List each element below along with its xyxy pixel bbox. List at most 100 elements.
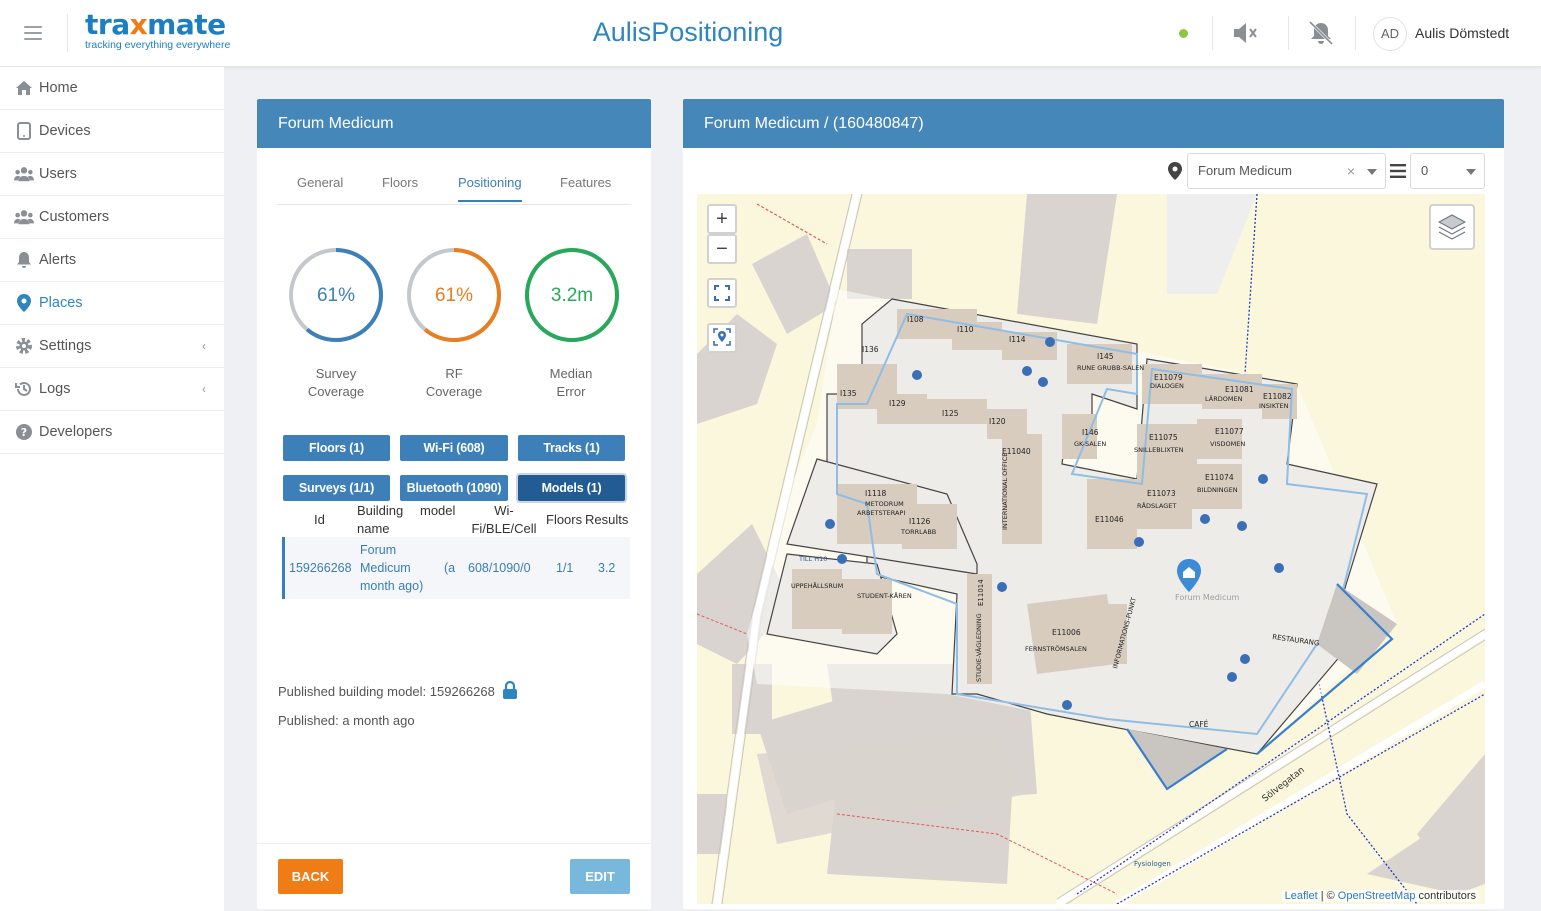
column-header-model[interactable]: model xyxy=(420,502,455,520)
sidebar-item-label: Devices xyxy=(39,123,91,139)
back-button[interactable]: BACK xyxy=(278,859,343,894)
room-label: CAFÉ xyxy=(1189,720,1209,729)
room-label: E11075 xyxy=(1149,433,1178,442)
logo[interactable]: traxmate tracking everything everywhere xyxy=(85,10,230,52)
connection-status-indicator xyxy=(1179,29,1188,38)
room-label: SNILLEBLIXTEN xyxy=(1134,446,1184,454)
map-canvas[interactable]: I108 I110 I114 I136 I145 RUNE GRUBB-SALE… xyxy=(697,194,1485,904)
osm-link[interactable]: OpenStreetMap xyxy=(1338,890,1416,902)
room-label: TILL H10 xyxy=(798,555,827,563)
sidebar-item-home[interactable]: Home xyxy=(0,67,224,110)
column-header-building-name[interactable]: Building name xyxy=(357,502,403,538)
chevron-left-icon: ‹ xyxy=(202,339,206,353)
room-label: E11079 xyxy=(1154,373,1183,382)
sidebar-item-label: Places xyxy=(39,295,83,311)
sidebar-item-label: Logs xyxy=(39,381,71,397)
room-label: STUDIE-VÄGLEDNING xyxy=(974,613,983,682)
header-divider xyxy=(1355,16,1356,50)
edit-button[interactable]: EDIT xyxy=(570,859,630,894)
room-label: GK-SALEN xyxy=(1074,440,1106,448)
header-divider xyxy=(1212,16,1213,50)
sidebar-item-developers[interactable]: ? Developers xyxy=(0,411,224,454)
locate-icon[interactable] xyxy=(707,323,737,353)
cell-model: (a xyxy=(444,561,456,575)
published-model-text: Published building model: 159266268 xyxy=(278,680,518,702)
footer-divider xyxy=(257,843,651,844)
room-label: RÅDSLAGET xyxy=(1137,501,1176,510)
history-icon xyxy=(14,379,34,399)
sidebar: Home Devices Users Customers Alerts Plac… xyxy=(0,67,224,911)
table-row[interactable]: 159266268 Forum Medicum month ago) (a 608/… xyxy=(282,537,630,599)
home-icon xyxy=(14,78,34,98)
layers-icon[interactable] xyxy=(1429,204,1475,250)
wifi-button[interactable]: Wi-Fi (608) xyxy=(400,435,508,461)
zoom-in-button[interactable]: + xyxy=(707,204,737,234)
room-label: VISDOMEN xyxy=(1210,440,1245,448)
user-name[interactable]: Aulis Dömstedt xyxy=(1415,25,1509,41)
sidebar-item-logs[interactable]: Logs ‹ xyxy=(0,368,224,411)
leaflet-link[interactable]: Leaflet xyxy=(1285,890,1318,902)
lock-icon xyxy=(502,680,518,702)
app-title: AulisPositioning xyxy=(592,17,784,47)
room-label: E11077 xyxy=(1215,427,1244,436)
sidebar-item-label: Home xyxy=(39,80,78,96)
room-label: FERNSTRÖMSALEN xyxy=(1025,644,1087,653)
bluetooth-button[interactable]: Bluetooth (1090) xyxy=(400,475,508,501)
room-label: I146 xyxy=(1082,428,1099,437)
median-error-gauge: 3.2m xyxy=(525,248,619,342)
room-label: STUDENT-KÅREN xyxy=(857,591,912,600)
sidebar-item-places[interactable]: Places xyxy=(0,282,224,325)
gauge-value: 3.2m xyxy=(551,285,593,306)
floorplan-map: I108 I110 I114 I136 I145 RUNE GRUBB-SALE… xyxy=(697,194,1485,904)
sidebar-item-devices[interactable]: Devices xyxy=(0,110,224,153)
sidebar-item-label: Alerts xyxy=(39,252,77,268)
clear-icon[interactable]: × xyxy=(1347,154,1355,188)
survey-coverage-gauge: 61% xyxy=(289,248,383,342)
column-header-wifi-ble-cell[interactable]: Wi- Fi/BLE/Cell xyxy=(469,502,539,538)
chevron-down-icon xyxy=(1367,169,1377,175)
tracks-button[interactable]: Tracks (1) xyxy=(518,435,625,461)
fullscreen-icon[interactable] xyxy=(707,278,737,308)
tab-floors[interactable]: Floors xyxy=(382,175,418,200)
surveys-button[interactable]: Surveys (1/1) xyxy=(283,475,390,501)
tab-features[interactable]: Features xyxy=(560,175,611,200)
svg-text:?: ? xyxy=(21,426,27,439)
room-label: I135 xyxy=(840,389,857,398)
tab-positioning[interactable]: Positioning xyxy=(458,175,522,202)
column-header-id[interactable]: Id xyxy=(314,511,325,529)
zoom-out-button[interactable]: − xyxy=(707,234,737,264)
room-label: I136 xyxy=(862,345,879,354)
header-divider xyxy=(1288,16,1289,50)
sound-muted-icon[interactable] xyxy=(1231,20,1259,46)
floor-select[interactable]: 0 xyxy=(1410,153,1485,189)
place-select[interactable]: Forum Medicum × xyxy=(1187,153,1386,189)
column-header-floors[interactable]: Floors xyxy=(546,511,582,529)
sidebar-item-customers[interactable]: Customers xyxy=(0,196,224,239)
top-header: traxmate tracking everything everywhere … xyxy=(0,0,1541,67)
column-header-results[interactable]: Results xyxy=(585,511,628,529)
room-label: I129 xyxy=(889,399,906,408)
room-label: E11081 xyxy=(1225,385,1254,394)
room-label: LÄRDOMEN xyxy=(1205,394,1243,403)
tablet-icon xyxy=(14,121,34,141)
room-label: E11046 xyxy=(1095,515,1124,524)
map-pin-icon xyxy=(14,293,34,313)
survey-coverage-label: Survey Coverage xyxy=(307,366,365,399)
notifications-off-icon[interactable] xyxy=(1307,20,1335,46)
sidebar-item-users[interactable]: Users xyxy=(0,153,224,196)
hamburger-menu-icon[interactable] xyxy=(24,26,42,40)
map-panel: Forum Medicum / (160480847) Forum Medicu… xyxy=(683,99,1504,909)
room-label: I125 xyxy=(942,409,959,418)
tab-general[interactable]: General xyxy=(297,175,343,200)
sidebar-item-alerts[interactable]: Alerts xyxy=(0,239,224,282)
avatar[interactable]: AD xyxy=(1373,17,1407,51)
room-label: I110 xyxy=(957,325,974,334)
map-poi-label: Fysiologen xyxy=(1134,860,1171,868)
room-label: INSIKTEN xyxy=(1259,402,1289,410)
floors-button[interactable]: Floors (1) xyxy=(283,435,390,461)
gauge-value: 61% xyxy=(435,285,473,306)
bell-icon xyxy=(14,250,34,270)
panel-title: Forum Medicum xyxy=(257,99,651,148)
models-button[interactable]: Models (1) xyxy=(518,475,625,501)
sidebar-item-settings[interactable]: Settings ‹ xyxy=(0,325,224,368)
